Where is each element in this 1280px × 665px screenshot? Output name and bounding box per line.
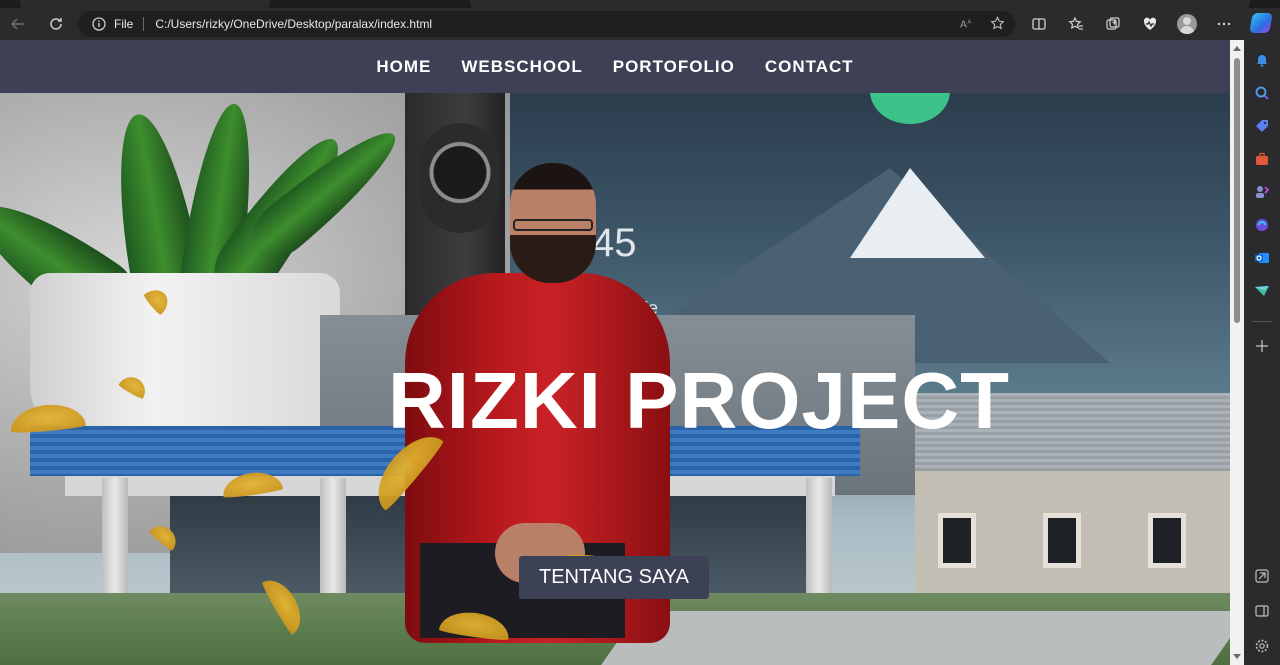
- building-pillar: [806, 478, 832, 608]
- scroll-down-icon[interactable]: [1233, 654, 1241, 659]
- bell-icon[interactable]: [1253, 51, 1271, 69]
- person-glasses: [513, 219, 593, 231]
- svg-text:A: A: [967, 20, 971, 26]
- browser-toolbar: File C:/Users/rizky/OneDrive/Desktop/par…: [0, 8, 1280, 40]
- outlook-icon[interactable]: [1253, 249, 1271, 267]
- building-window: [1043, 513, 1081, 568]
- sidebar-toggle-icon[interactable]: [1253, 602, 1271, 620]
- nav-home[interactable]: HOME: [376, 57, 431, 77]
- browser-tab-bar-area: [470, 0, 1250, 8]
- tag-icon[interactable]: [1253, 117, 1271, 135]
- collections-icon[interactable]: [1099, 10, 1127, 38]
- toolbox-icon[interactable]: [1253, 150, 1271, 168]
- profile-avatar-icon[interactable]: [1173, 10, 1201, 38]
- favorite-star-icon[interactable]: [990, 16, 1005, 31]
- nav-contact[interactable]: CONTACT: [765, 57, 854, 77]
- background-mountain-snow: [850, 168, 985, 258]
- building-pillar: [320, 478, 346, 608]
- scroll-up-icon[interactable]: [1233, 46, 1241, 51]
- scrollbar-thumb[interactable]: [1234, 58, 1240, 323]
- svg-text:A: A: [960, 19, 967, 30]
- site-navbar: HOME WEBSCHOOL PORTOFOLIO CONTACT: [0, 40, 1230, 93]
- walkway: [601, 611, 1230, 665]
- file-scheme-label: File: [114, 17, 134, 31]
- browser-essentials-icon[interactable]: [1136, 10, 1164, 38]
- back-icon[interactable]: [4, 10, 32, 38]
- browser-sidebar: [1244, 40, 1280, 665]
- add-icon[interactable]: [1253, 337, 1271, 355]
- page-scrollbar[interactable]: [1230, 40, 1244, 665]
- url-text[interactable]: C:/Users/rizky/OneDrive/Desktop/paralax/…: [155, 17, 432, 31]
- send-icon[interactable]: [1253, 282, 1271, 300]
- favorites-icon[interactable]: [1062, 10, 1090, 38]
- hero-title: RIZKI PROJECT: [388, 356, 1010, 445]
- page-viewport: HOME WEBSCHOOL PORTOFOLIO CONTACT 45 h 2…: [0, 40, 1230, 665]
- info-icon[interactable]: [92, 17, 106, 31]
- search-icon[interactable]: [1253, 84, 1271, 102]
- more-icon[interactable]: [1210, 10, 1238, 38]
- read-aloud-icon[interactable]: AA: [959, 16, 974, 31]
- tentang-saya-button[interactable]: TENTANG SAYA: [519, 556, 709, 599]
- tab-strip: [0, 0, 1280, 8]
- copilot-sidebar-icon[interactable]: [1253, 216, 1271, 234]
- nav-portofolio[interactable]: PORTOFOLIO: [613, 57, 735, 77]
- sidebar-divider: [1252, 321, 1272, 322]
- building-window: [1148, 513, 1186, 568]
- address-separator: [143, 17, 145, 31]
- parallax-hero: 45 h 20, Fe: [0, 93, 1230, 665]
- building-window: [938, 513, 976, 568]
- address-bar[interactable]: File C:/Users/rizky/OneDrive/Desktop/par…: [78, 11, 1015, 37]
- split-screen-icon[interactable]: [1025, 10, 1053, 38]
- games-icon[interactable]: [1253, 183, 1271, 201]
- nav-webschool[interactable]: WEBSCHOOL: [461, 57, 582, 77]
- browser-tab[interactable]: [20, 0, 270, 8]
- settings-icon[interactable]: [1253, 637, 1271, 655]
- screenshot-icon[interactable]: [1253, 567, 1271, 585]
- refresh-icon[interactable]: [42, 10, 70, 38]
- copilot-icon[interactable]: [1249, 13, 1273, 33]
